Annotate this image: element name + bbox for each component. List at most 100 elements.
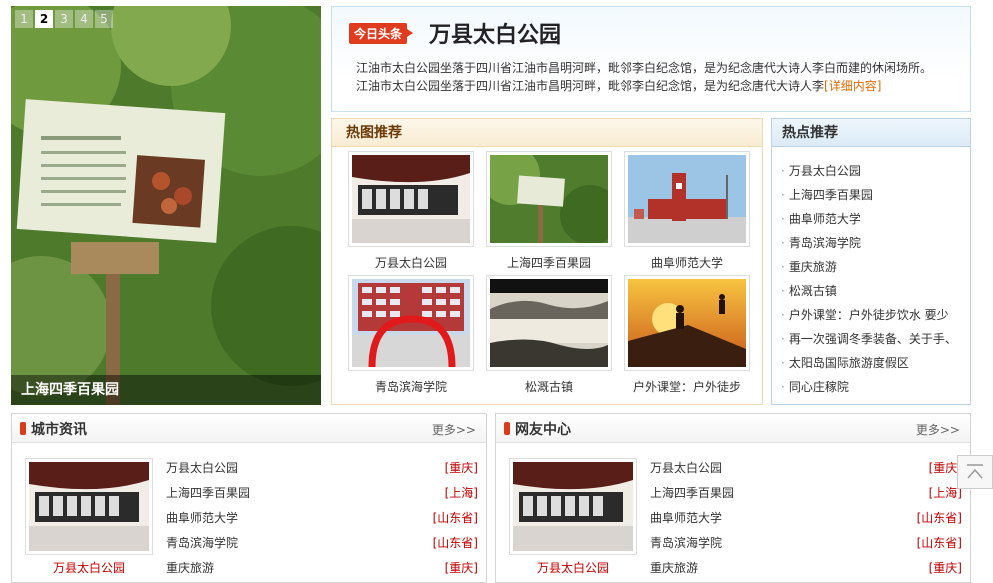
slide-page-5[interactable]: 5 [95, 10, 113, 28]
news-item-title[interactable]: 青岛滨海学院 [166, 531, 238, 556]
slide-page-3[interactable]: 3 [55, 10, 73, 28]
city-news-panel: 城市资讯 更多>> 万县太白公园 万县太白公园 [重庆] 上海四季百果园 [上海] … [11, 413, 487, 583]
city-news-thumb[interactable] [25, 458, 153, 555]
hot-recommend-item[interactable]: 重庆旅游 [781, 255, 966, 279]
netizen-item[interactable]: 万县太白公园 [重庆] [650, 456, 962, 481]
news-item-title[interactable]: 万县太白公园 [650, 456, 722, 481]
news-item-title[interactable]: 曲阜师范大学 [650, 506, 722, 531]
hot-recommend-item[interactable]: 青岛滨海学院 [781, 231, 966, 255]
hot-recommend-item[interactable]: 再一次强调冬季装备、关于手、 [781, 327, 966, 351]
city-news-header: 城市资讯 更多>> [12, 414, 486, 443]
netizen-panel: 网友中心 更多>> 万县太白公园 万县太白公园 [重庆] 上海四季百果园 [上海] … [495, 413, 971, 583]
city-news-item[interactable]: 上海四季百果园 [上海] [166, 481, 478, 506]
news-item-title[interactable]: 上海四季百果园 [650, 481, 734, 506]
headline-more-link[interactable]: [详细内容] [824, 79, 881, 93]
netizen-item[interactable]: 曲阜师范大学 [山东省] [650, 506, 962, 531]
netizen-item[interactable]: 青岛滨海学院 [山东省] [650, 531, 962, 556]
hot-image-thumb [352, 155, 470, 243]
hot-recommend-panel: 热点推荐 万县太白公园 上海四季百果园 曲阜师范大学 青岛滨海学院 重庆旅游 松… [771, 118, 971, 405]
hot-image-frame[interactable] [486, 151, 612, 247]
hot-image-label[interactable]: 松溉古镇 [486, 378, 612, 395]
hot-recommend-item[interactable]: 太阳岛国际旅游度假区 [781, 351, 966, 375]
headline-summary-line: 江油市太白公园坐落于四川省江油市昌明河畔，毗邻李白纪念馆，是为纪念唐代大诗人李[… [356, 77, 881, 94]
city-news-title: 城市资讯 [31, 422, 87, 438]
slide-page-4[interactable]: 4 [75, 10, 93, 28]
hot-recommend-item[interactable]: 户外课堂：户外徒步饮水 要少 [781, 303, 966, 327]
city-news-item[interactable]: 曲阜师范大学 [山东省] [166, 506, 478, 531]
news-item-title[interactable]: 曲阜师范大学 [166, 506, 238, 531]
headline-title[interactable]: 万县太白公园 [429, 17, 561, 49]
hot-image-label[interactable]: 曲阜师范大学 [624, 254, 750, 271]
news-item-region[interactable]: [重庆] [445, 556, 478, 581]
headline-badge: 今日头条 [349, 23, 414, 44]
news-item-title[interactable]: 万县太白公园 [166, 456, 238, 481]
city-news-item[interactable]: 重庆旅游 [重庆] [166, 556, 478, 581]
hot-image-thumb [628, 155, 746, 243]
hot-recommend-item[interactable]: 松溉古镇 [781, 279, 966, 303]
netizen-item[interactable]: 重庆旅游 [重庆] [650, 556, 962, 581]
netizen-thumb-caption[interactable]: 万县太白公园 [509, 559, 637, 576]
headline-box: 今日头条 万县太白公园 江油市太白公园坐落于四川省江油市昌明河畔，毗邻李白纪念馆… [331, 6, 971, 112]
netizen-header: 网友中心 更多>> [496, 414, 970, 443]
hot-recommend-item[interactable]: 曲阜师范大学 [781, 207, 966, 231]
news-item-region[interactable]: [山东省] [433, 531, 478, 556]
netizen-list: 万县太白公园 [重庆] 上海四季百果园 [上海] 曲阜师范大学 [山东省] 青岛滨海学… [650, 456, 962, 581]
hot-recommend-item[interactable]: 上海四季百果园 [781, 183, 966, 207]
news-item-title[interactable]: 上海四季百果园 [166, 481, 250, 506]
netizen-item[interactable]: 上海四季百果园 [上海] [650, 481, 962, 506]
hot-image-label[interactable]: 上海四季百果园 [486, 254, 612, 271]
hot-recommend-title: 热点推荐 [772, 119, 970, 147]
hot-image-item[interactable]: 万县太白公园 [348, 151, 474, 275]
news-item-region[interactable]: [重庆] [929, 556, 962, 581]
featured-slider[interactable]: 1 2 3 4 5 上海四季百果园 [11, 6, 321, 405]
hot-image-label[interactable]: 万县太白公园 [348, 254, 474, 271]
news-item-title[interactable]: 青岛滨海学院 [650, 531, 722, 556]
slide-caption[interactable]: 上海四季百果园 [21, 379, 119, 399]
slide-image[interactable] [11, 6, 321, 405]
hot-image-frame[interactable] [348, 275, 474, 371]
hot-recommend-list: 万县太白公园 上海四季百果园 曲阜师范大学 青岛滨海学院 重庆旅游 松溉古镇 户… [781, 159, 966, 399]
hot-image-frame[interactable] [624, 151, 750, 247]
back-to-top-button[interactable] [957, 455, 993, 489]
city-news-list: 万县太白公园 [重庆] 上海四季百果园 [上海] 曲阜师范大学 [山东省] 青岛滨海学… [166, 456, 478, 581]
city-news-thumb-image [29, 462, 149, 551]
slide-page-2[interactable]: 2 [35, 10, 53, 28]
hot-image-thumb [352, 279, 470, 367]
city-news-item[interactable]: 青岛滨海学院 [山东省] [166, 531, 478, 556]
hot-image-item[interactable]: 松溉古镇 [486, 275, 612, 399]
news-item-title[interactable]: 重庆旅游 [650, 556, 698, 581]
news-item-region[interactable]: [重庆] [445, 456, 478, 481]
hot-image-label[interactable]: 青岛滨海学院 [348, 378, 474, 395]
hot-image-item[interactable]: 曲阜师范大学 [624, 151, 750, 275]
netizen-more-link[interactable]: 更多>> [916, 421, 960, 438]
hot-recommend-item[interactable]: 同心庄稼院 [781, 375, 966, 399]
hot-recommend-item[interactable]: 万县太白公园 [781, 159, 966, 183]
city-news-more-link[interactable]: 更多>> [432, 421, 476, 438]
hot-images-panel: 热图推荐 万县太白公园 上海四季百果园 曲阜师范大学 青岛滨海学院 松溉古镇 户… [331, 118, 763, 405]
netizen-thumb-image [513, 462, 633, 551]
hot-image-frame[interactable] [348, 151, 474, 247]
city-news-item[interactable]: 万县太白公园 [重庆] [166, 456, 478, 481]
news-item-region[interactable]: [上海] [445, 481, 478, 506]
news-item-region[interactable]: [山东省] [433, 506, 478, 531]
arrow-up-icon [967, 464, 983, 479]
news-item-title[interactable]: 重庆旅游 [166, 556, 214, 581]
hot-image-item[interactable]: 上海四季百果园 [486, 151, 612, 275]
hot-image-label[interactable]: 户外课堂：户外徒步 [624, 378, 750, 395]
hot-image-frame[interactable] [624, 275, 750, 371]
hot-image-frame[interactable] [486, 275, 612, 371]
slide-pagination: 1 2 3 4 5 [15, 10, 113, 28]
slide-page-1[interactable]: 1 [15, 10, 33, 28]
netizen-thumb[interactable] [509, 458, 637, 555]
news-item-region[interactable]: [山东省] [917, 531, 962, 556]
hot-image-thumb [490, 155, 608, 243]
news-item-region[interactable]: [山东省] [917, 506, 962, 531]
hot-image-item[interactable]: 青岛滨海学院 [348, 275, 474, 399]
headline-summary-line: 江油市太白公园坐落于四川省江油市昌明河畔，毗邻李白纪念馆，是为纪念唐代大诗人李白… [356, 61, 933, 75]
panel-marker-icon [504, 422, 510, 435]
hot-images-title: 热图推荐 [332, 119, 762, 147]
headline-summary-text: 江油市太白公园坐落于四川省江油市昌明河畔，毗邻李白纪念馆，是为纪念唐代大诗人李 [356, 79, 825, 93]
hot-image-item[interactable]: 户外课堂：户外徒步 [624, 275, 750, 399]
hot-image-thumb [628, 279, 746, 367]
city-news-thumb-caption[interactable]: 万县太白公园 [25, 559, 153, 576]
